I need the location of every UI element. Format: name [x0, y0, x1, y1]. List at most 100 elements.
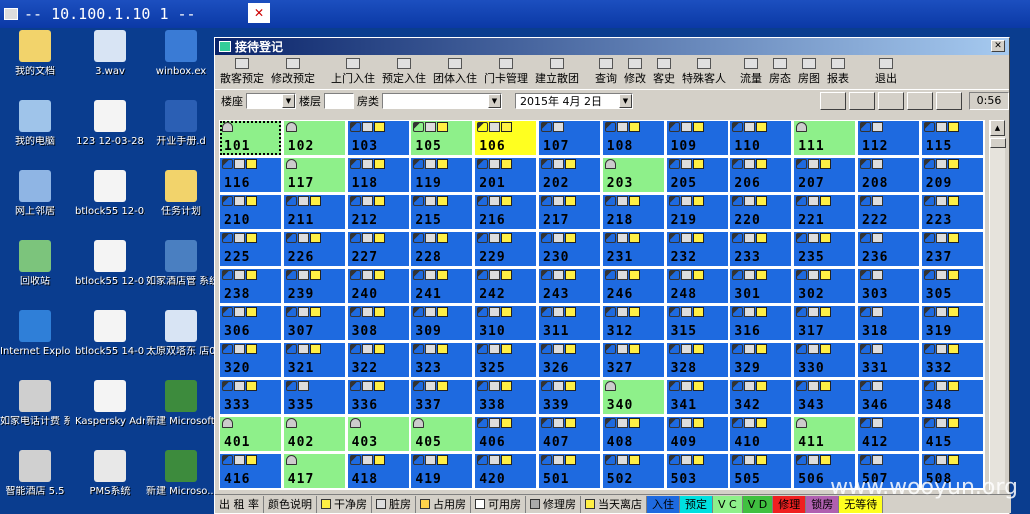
toolbar-button[interactable]: 散客预定	[217, 57, 267, 87]
room-cell[interactable]: 329	[729, 342, 793, 378]
room-cell[interactable]: 202	[538, 157, 601, 193]
room-cell[interactable]: 227	[346, 231, 410, 267]
toolbar-button[interactable]: 修改预定	[268, 57, 318, 87]
date-picker[interactable]: 2015年 4月 2日 ▼	[515, 92, 633, 109]
room-cell[interactable]: 335	[282, 379, 346, 415]
room-cell[interactable]: 319	[920, 305, 984, 341]
room-cell[interactable]: 308	[346, 305, 410, 341]
room-cell[interactable]: 418	[346, 453, 410, 489]
desktop-shortcut[interactable]: 开业手册.d	[146, 100, 216, 148]
desktop-shortcut[interactable]: 3.wav	[75, 30, 145, 78]
room-cell[interactable]: 333	[219, 379, 282, 415]
toolbar-button[interactable]: 客史	[650, 57, 678, 87]
room-cell[interactable]: 331	[857, 342, 920, 378]
room-cell[interactable]: 222	[857, 194, 920, 230]
toolbar-button[interactable]: 上门入住	[328, 57, 378, 87]
room-cell[interactable]: 301	[729, 268, 793, 304]
room-cell[interactable]: 117	[282, 157, 346, 193]
toolbar-button[interactable]: 房图	[795, 57, 823, 87]
toolbar-button[interactable]: 流量	[737, 57, 765, 87]
room-cell[interactable]: 346	[857, 379, 920, 415]
room-cell[interactable]: 328	[665, 342, 729, 378]
room-cell[interactable]: 343	[793, 379, 857, 415]
desktop-shortcut[interactable]: 太原双塔东 店035103.w	[146, 310, 216, 358]
room-cell[interactable]: 233	[729, 231, 793, 267]
room-cell[interactable]: 403	[346, 416, 410, 452]
refresh-button[interactable]	[820, 91, 846, 110]
desktop-shortcut[interactable]: 任务计划	[146, 170, 216, 218]
room-cell[interactable]: 243	[538, 268, 601, 304]
room-cell[interactable]: 505	[729, 453, 793, 489]
desktop-shortcut[interactable]: PMS系统	[75, 450, 145, 498]
vertical-scrollbar[interactable]: ▲	[989, 120, 1006, 490]
room-cell[interactable]: 326	[538, 342, 601, 378]
room-cell[interactable]: 415	[920, 416, 984, 452]
room-cell[interactable]: 220	[729, 194, 793, 230]
room-cell[interactable]: 201	[474, 157, 538, 193]
floor-input[interactable]	[324, 92, 354, 109]
room-cell[interactable]: 232	[665, 231, 729, 267]
window-close-button[interactable]: ✕	[991, 40, 1005, 52]
room-cell[interactable]: 317	[793, 305, 857, 341]
room-cell[interactable]: 231	[601, 231, 665, 267]
desktop-shortcut[interactable]: 我的文档	[0, 30, 70, 78]
room-cell[interactable]: 241	[410, 268, 474, 304]
room-cell[interactable]: 325	[474, 342, 538, 378]
room-cell[interactable]: 110	[729, 120, 793, 156]
room-cell[interactable]: 322	[346, 342, 410, 378]
room-cell[interactable]: 420	[474, 453, 538, 489]
room-cell[interactable]: 406	[474, 416, 538, 452]
room-cell[interactable]: 217	[538, 194, 601, 230]
room-cell[interactable]: 405	[410, 416, 474, 452]
toolbar-button[interactable]: 修改	[621, 57, 649, 87]
toolbar-button[interactable]: 预定入住	[379, 57, 429, 87]
room-cell[interactable]: 408	[601, 416, 665, 452]
room-cell[interactable]: 307	[282, 305, 346, 341]
room-cell[interactable]: 228	[410, 231, 474, 267]
room-cell[interactable]: 215	[410, 194, 474, 230]
room-cell[interactable]: 342	[729, 379, 793, 415]
room-cell[interactable]: 246	[601, 268, 665, 304]
desktop-shortcut[interactable]: 新建 Microsoft...	[146, 380, 216, 428]
room-cell[interactable]: 115	[920, 120, 984, 156]
room-cell[interactable]: 348	[920, 379, 984, 415]
room-cell[interactable]: 118	[346, 157, 410, 193]
desktop-shortcut[interactable]: 我的电脑	[0, 100, 70, 148]
room-cell[interactable]: 412	[857, 416, 920, 452]
toolbar-button[interactable]: 团体入住	[430, 57, 480, 87]
scroll-thumb[interactable]	[990, 138, 1006, 148]
room-cell[interactable]: 323	[410, 342, 474, 378]
room-cell[interactable]: 315	[665, 305, 729, 341]
room-cell[interactable]: 219	[665, 194, 729, 230]
room-cell[interactable]: 205	[665, 157, 729, 193]
room-cell[interactable]: 337	[410, 379, 474, 415]
room-cell[interactable]: 212	[346, 194, 410, 230]
room-cell[interactable]: 111	[793, 120, 857, 156]
desktop-shortcut[interactable]: Kaspersky Administr...	[75, 380, 145, 428]
room-cell[interactable]: 238	[219, 268, 282, 304]
room-cell[interactable]: 305	[920, 268, 984, 304]
close-icon[interactable]: ✕	[248, 3, 270, 23]
room-cell[interactable]: 338	[474, 379, 538, 415]
room-cell[interactable]: 112	[857, 120, 920, 156]
desktop-shortcut[interactable]: 如家酒店管 系统	[146, 240, 216, 288]
room-cell[interactable]: 306	[219, 305, 282, 341]
room-cell[interactable]: 502	[601, 453, 665, 489]
room-cell[interactable]: 402	[282, 416, 346, 452]
room-cell[interactable]: 417	[282, 453, 346, 489]
room-cell[interactable]: 340	[601, 379, 665, 415]
desktop-shortcut[interactable]: btlock55 12-03-28	[75, 170, 145, 218]
room-cell[interactable]: 216	[474, 194, 538, 230]
room-cell[interactable]: 312	[601, 305, 665, 341]
room-cell[interactable]: 225	[219, 231, 282, 267]
room-cell[interactable]: 242	[474, 268, 538, 304]
room-cell[interactable]: 503	[665, 453, 729, 489]
desktop-shortcut[interactable]: 网上邻居	[0, 170, 70, 218]
room-cell[interactable]: 327	[601, 342, 665, 378]
room-cell[interactable]: 208	[857, 157, 920, 193]
room-cell[interactable]: 330	[793, 342, 857, 378]
room-cell[interactable]: 223	[920, 194, 984, 230]
room-cell[interactable]: 302	[793, 268, 857, 304]
room-cell[interactable]: 320	[219, 342, 282, 378]
room-cell[interactable]: 230	[538, 231, 601, 267]
